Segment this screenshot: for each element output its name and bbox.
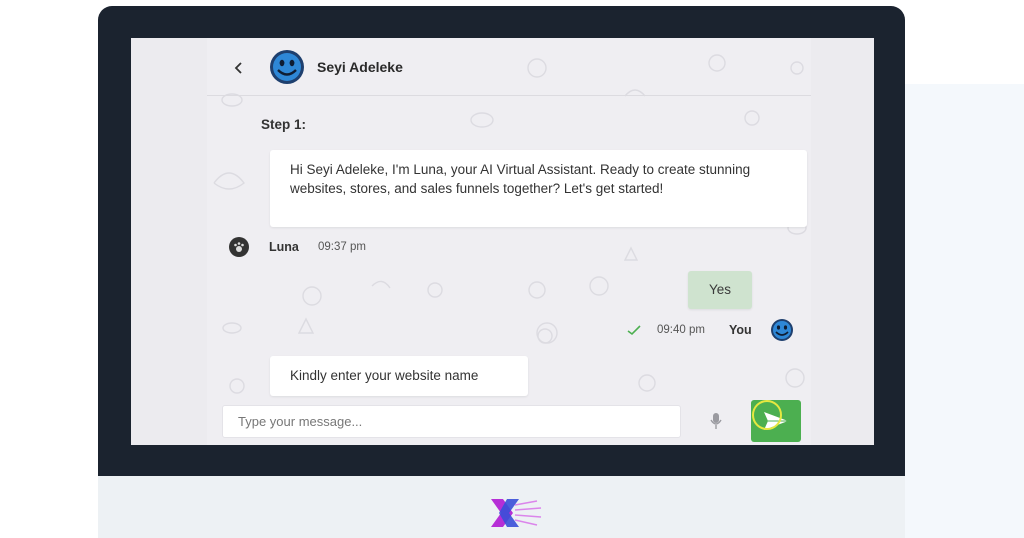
back-button[interactable]: [230, 57, 248, 79]
smiley-avatar-icon: [771, 319, 793, 341]
message-input[interactable]: [223, 406, 680, 437]
paw-icon: [234, 242, 244, 252]
step-label: Step 1:: [261, 117, 307, 132]
message-time: 09:37 pm: [318, 241, 366, 253]
message-time: 09:40 pm: [657, 324, 705, 336]
chat-window: Seyi Adeleke Step 1: Hi Seyi Adeleke, I'…: [207, 38, 811, 445]
luna-avatar: [229, 237, 249, 257]
assistant-message-bubble: Hi Seyi Adeleke, I'm Luna, your AI Virtu…: [270, 150, 807, 227]
user-message-bubble: Yes: [688, 271, 752, 309]
smiley-avatar-icon: [270, 50, 304, 84]
microphone-icon[interactable]: [709, 412, 723, 430]
cursor-highlight: [752, 400, 782, 430]
sender-name: You: [729, 323, 752, 337]
message-text: Yes: [708, 282, 732, 297]
chevron-left-icon: [234, 62, 242, 74]
background-panel: [905, 84, 1024, 538]
message-input-container: [222, 405, 681, 438]
app-screen: Seyi Adeleke Step 1: Hi Seyi Adeleke, I'…: [131, 38, 874, 445]
chat-header: Seyi Adeleke: [207, 38, 811, 96]
assistant-message-bubble: Kindly enter your website name: [270, 356, 528, 396]
sender-name: Luna: [269, 240, 299, 254]
contact-name: Seyi Adeleke: [317, 59, 403, 75]
brand-logo: [491, 499, 542, 527]
message-text: Hi Seyi Adeleke, I'm Luna, your AI Virtu…: [290, 162, 751, 196]
check-icon: [627, 325, 641, 336]
message-text: Kindly enter your website name: [290, 368, 479, 383]
